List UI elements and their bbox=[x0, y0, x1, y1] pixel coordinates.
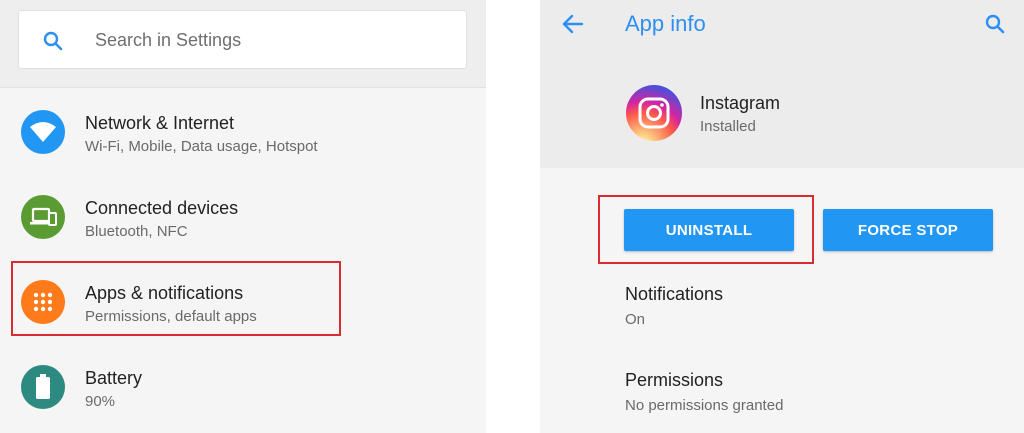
search-input[interactable]: Search in Settings bbox=[95, 30, 241, 51]
permissions-value: No permissions granted bbox=[625, 397, 784, 414]
setting-item-battery[interactable]: Battery 90% bbox=[0, 353, 486, 433]
highlight-box-apps bbox=[11, 261, 341, 336]
setting-item-subtitle: Bluetooth, NFC bbox=[85, 223, 188, 240]
notifications-title: Notifications bbox=[625, 284, 724, 304]
setting-item-title: Connected devices bbox=[85, 198, 239, 218]
settings-search-bar: Search in Settings bbox=[0, 0, 486, 88]
setting-item-title: Network & Internet bbox=[85, 113, 235, 133]
battery-icon bbox=[21, 365, 65, 409]
app-info-header: App info Instagram Installed bbox=[540, 0, 1024, 168]
instagram-icon bbox=[626, 85, 682, 141]
back-arrow-icon[interactable] bbox=[561, 12, 585, 36]
app-info-panel: App info Instagram Installed UNINSTALL F… bbox=[540, 0, 1024, 433]
app-name: Instagram bbox=[700, 93, 781, 113]
devices-icon bbox=[21, 195, 65, 239]
setting-item-connected-devices[interactable]: Connected devices Bluetooth, NFC bbox=[0, 183, 486, 263]
search-icon bbox=[43, 31, 63, 51]
force-stop-button[interactable]: FORCE STOP bbox=[823, 209, 993, 251]
setting-item-subtitle: 90% bbox=[85, 393, 116, 410]
highlight-box-uninstall bbox=[598, 195, 814, 264]
settings-panel: Search in Settings Network & Internet Wi… bbox=[0, 0, 486, 433]
setting-item-subtitle: Wi-Fi, Mobile, Data usage, Hotspot bbox=[85, 138, 318, 155]
setting-item-title: Battery bbox=[85, 368, 143, 388]
notifications-value: On bbox=[625, 311, 646, 328]
permissions-title: Permissions bbox=[625, 370, 724, 390]
search-icon[interactable] bbox=[983, 12, 1007, 36]
page-title: App info bbox=[625, 11, 706, 36]
settings-search-box[interactable]: Search in Settings bbox=[18, 10, 467, 69]
permissions-row[interactable]: Permissions No permissions granted bbox=[625, 370, 783, 414]
notifications-row[interactable]: Notifications On bbox=[625, 284, 723, 328]
setting-item-network[interactable]: Network & Internet Wi-Fi, Mobile, Data u… bbox=[0, 98, 486, 178]
app-status: Installed bbox=[700, 118, 756, 135]
wifi-icon bbox=[21, 110, 65, 154]
